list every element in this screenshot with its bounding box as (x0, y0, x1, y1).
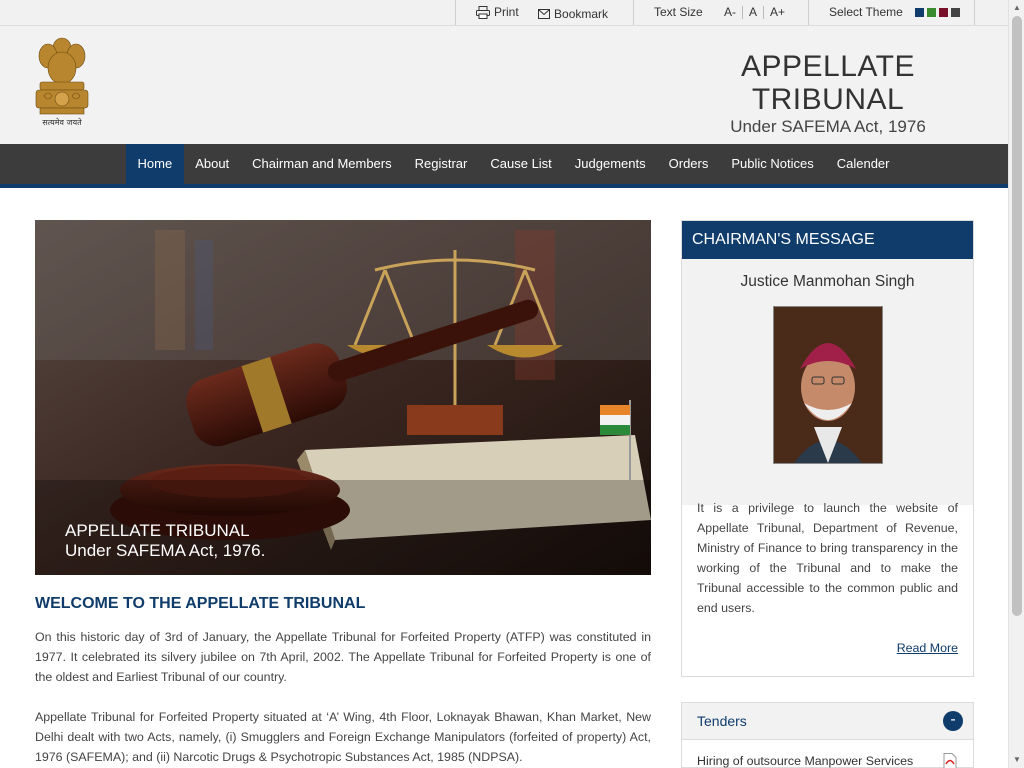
chairman-message-text: It is a privilege to launch the website … (697, 501, 958, 615)
nav-cause-list[interactable]: Cause List (479, 144, 563, 184)
theme-swatch-blue[interactable] (915, 8, 925, 18)
scroll-up-icon[interactable]: ▲ (1013, 3, 1021, 12)
theme-swatch-maroon[interactable] (939, 8, 949, 18)
chairman-profile: Justice Manmohan Singh (682, 259, 973, 505)
top-utility-bar: Print Bookmark Text Size A- A A+ Select Th… (0, 0, 1008, 26)
nav-home[interactable]: Home (126, 144, 184, 184)
pdf-icon[interactable] (942, 753, 958, 768)
text-size-label: Text Size (654, 5, 703, 19)
envelope-icon (538, 9, 551, 19)
chairman-message-card: CHAIRMAN'S MESSAGE Justice Manmohan Sing… (681, 220, 974, 677)
bookmark-button[interactable]: Bookmark (538, 2, 608, 27)
hero-banner: APPELLATE TRIBUNAL Under SAFEMA Act, 197… (35, 220, 651, 575)
print-button[interactable]: Print (476, 0, 519, 25)
select-theme-label: Select Theme (829, 5, 903, 19)
print-icon (476, 6, 490, 19)
text-size-decrease[interactable]: A- (718, 6, 744, 19)
tender-item[interactable]: Hiring of outsource Manpower Services (682, 740, 973, 768)
vertical-scrollbar[interactable]: ▲ ▼ (1008, 0, 1024, 768)
tenders-header[interactable]: Tenders - (682, 703, 973, 740)
text-size-group: Text Size A- A A+ (633, 0, 808, 25)
nav-calender[interactable]: Calender (825, 144, 901, 184)
nav-judgements[interactable]: Judgements (563, 144, 657, 184)
main-nav: Home About Chairman and Members Registra… (0, 144, 1008, 184)
banner-caption-line2: Under SAFEMA Act, 1976. (65, 541, 266, 560)
site-title: APPELLATE TRIBUNAL (740, 50, 916, 116)
national-emblem-logo: सत्यमेव जयते (30, 32, 94, 128)
scroll-down-icon[interactable]: ▼ (1013, 755, 1021, 764)
theme-swatch-green[interactable] (927, 8, 937, 18)
svg-text:सत्यमेव जयते: सत्यमेव जयते (42, 117, 82, 127)
intro-paragraph-1: On this historic day of 3rd of January, … (35, 630, 651, 684)
nav-chairman-members[interactable]: Chairman and Members (241, 144, 403, 184)
nav-registrar[interactable]: Registrar (403, 144, 479, 184)
tenders-heading: Tenders (697, 713, 747, 729)
nav-orders[interactable]: Orders (657, 144, 720, 184)
text-size-increase[interactable]: A+ (764, 6, 791, 19)
read-more-link[interactable]: Read More (897, 641, 958, 655)
chairman-portrait (773, 306, 883, 464)
tender-item-label: Hiring of outsource Manpower Services (697, 754, 914, 768)
site-subtitle: Under SAFEMA Act, 1976 (730, 117, 926, 136)
scrollbar-thumb[interactable] (1012, 16, 1022, 616)
chairman-name: Justice Manmohan Singh (740, 273, 915, 290)
nav-divider (0, 184, 1008, 188)
intro-paragraph-2: Appellate Tribunal for Forfeited Propert… (35, 710, 651, 764)
site-header: सत्यमेव जयते APPELLATE TRIBUNAL Under SA… (0, 26, 1008, 144)
banner-caption: APPELLATE TRIBUNAL Under SAFEMA Act, 197… (65, 521, 265, 561)
welcome-heading: WELCOME TO THE APPELLATE TRIBUNAL (35, 595, 366, 612)
nav-about[interactable]: About (184, 144, 241, 184)
chairman-message-heading: CHAIRMAN'S MESSAGE (682, 221, 973, 259)
collapse-toggle-button[interactable]: - (943, 711, 963, 731)
nav-public-notices[interactable]: Public Notices (720, 144, 825, 184)
theme-swatch-gray[interactable] (951, 8, 961, 18)
tenders-panel: Tenders - Hiring of outsource Manpower S… (681, 702, 974, 768)
print-bookmark-group: Print Bookmark (455, 0, 633, 25)
theme-group: Select Theme (808, 0, 975, 25)
text-size-normal[interactable]: A (743, 6, 765, 19)
banner-caption-line1: APPELLATE TRIBUNAL (65, 521, 250, 540)
